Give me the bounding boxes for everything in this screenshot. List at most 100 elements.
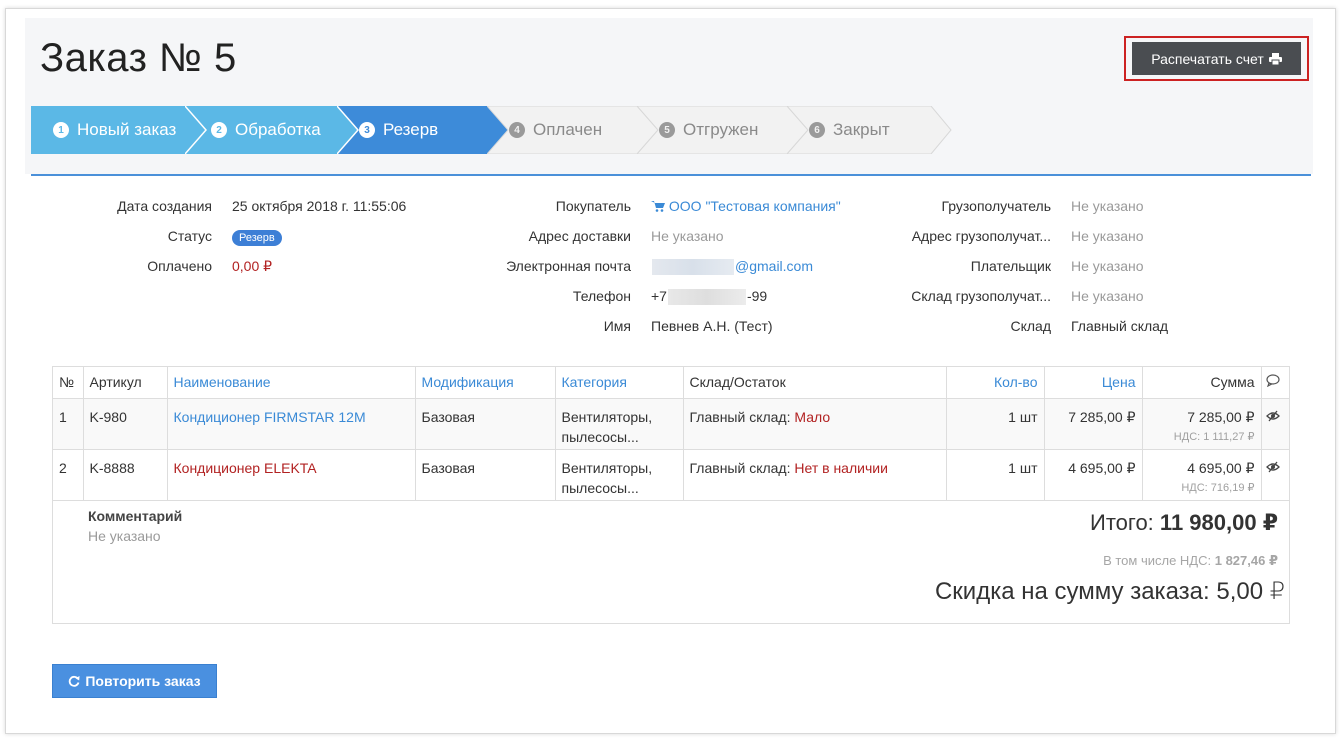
step-number: 2 [211,122,227,138]
row-sum: 4 695,00 ₽ НДС: 716,19 ₽ [1142,449,1262,501]
consignee-label: Грузополучатель [941,198,1051,214]
col-sku: Артикул [83,367,168,399]
consignee-value: Не указано [1071,198,1144,214]
stock-warehouse: Главный склад: [689,408,791,425]
row-category: Вентиляторы, пылесосы... [555,449,684,501]
refresh-icon [69,675,80,687]
address-label: Адрес доставки [528,228,631,244]
comment-value: Не указано [88,528,161,544]
status-badge: Резерв [232,230,282,246]
phone-suffix: -99 [746,288,768,304]
row-sku: K-8888 [83,449,168,501]
created-value: 25 октября 2018 г. 11:55:06 [232,198,407,214]
vat-total-label: В том числе НДС: [1103,553,1212,568]
phone-value: +7 -99 [651,288,768,306]
col-qty-sort[interactable]: Кол-во [946,367,1045,399]
order-progress-steps: 1 Новый заказ 2 Обработка 3 Резерв 4 Оплачен… [31,106,961,154]
category-line-1: Вентиляторы, [561,408,653,425]
row-stock: Главный склад: Нет в наличии [683,449,947,501]
col-num: № [53,367,84,399]
eye-slash-icon[interactable] [1265,410,1280,422]
repeat-order-label: Повторить заказ [85,673,201,689]
stock-warehouse: Главный склад: [689,459,791,476]
row-visibility [1261,398,1289,450]
row-price: 4 695,00 ₽ [1044,449,1143,501]
discount-value: 5,00 ₽ [1216,578,1285,605]
order-discount: Скидка на сумму заказа: 5,00 ₽ [935,577,1285,606]
status-value-wrap: Резерв [232,228,282,246]
warehouse-value: Главный склад [1071,318,1169,334]
redacted-email-part [652,259,734,276]
phone-label: Телефон [572,288,631,304]
col-name-sort[interactable]: Наименование [167,367,416,399]
section-divider [31,174,1311,176]
order-total: Итого: 11 980,00 ₽ [1090,510,1278,536]
step-label: Резерв [383,120,439,139]
print-invoice-button[interactable]: Распечатать счет [1132,42,1301,75]
buyer-name: ООО "Тестовая компания" [668,198,841,214]
stock-status: Нет в наличии [794,459,888,476]
page-title: Заказ № 5 [40,36,237,80]
step-reserve[interactable]: 3 Резерв [337,106,512,154]
consignee-warehouse-label: Склад грузополучат... [911,288,1051,304]
paid-label: Оплачено [147,258,212,274]
consignee-warehouse-value: Не указано [1071,288,1144,304]
col-stock: Склад/Остаток [683,367,947,399]
step-shipped[interactable]: 5 Отгружен [637,106,812,154]
table-row: 2 K-8888 Кондиционер ELEKTA Базовая Вент… [53,449,1289,501]
cart-icon [651,201,665,212]
buyer-label: Покупатель [555,198,631,214]
product-link[interactable]: Кондиционер ELEKTA [174,460,317,476]
col-category-sort[interactable]: Категория [555,367,684,399]
product-link[interactable]: Кондиционер FIRMSTAR 12M [174,409,366,425]
email-link[interactable]: @gmail.com [651,258,814,276]
step-label: Новый заказ [77,120,177,139]
step-closed[interactable]: 6 Закрыт [787,106,962,154]
row-qty: 1 шт [946,449,1045,501]
total-label: Итого: [1090,510,1154,535]
payer-label: Плательщик [970,258,1051,274]
category-line-2: пылесосы... [561,479,639,496]
print-button-highlight: Распечатать счет [1124,36,1309,81]
step-new-order[interactable]: 1 Новый заказ [31,106,206,154]
row-qty: 1 шт [946,398,1045,450]
name-value: Певнев А.Н. (Тест) [651,318,773,334]
email-label: Электронная почта [506,258,631,274]
category-line-1: Вентиляторы, [561,459,653,476]
order-items-table: № Артикул Наименование Модификация Катег… [53,367,1289,501]
step-label: Отгружен [683,120,759,139]
repeat-order-button[interactable]: Повторить заказ [52,664,217,698]
row-modification: Базовая [415,398,556,450]
comment-icon [1265,374,1280,388]
row-price: 7 285,00 ₽ [1044,398,1143,450]
row-vat: НДС: 716,19 ₽ [1181,481,1255,494]
col-modification-sort[interactable]: Модификация [415,367,556,399]
step-label: Закрыт [833,120,890,139]
row-num: 2 [53,449,84,501]
row-visibility [1261,449,1289,501]
eye-slash-icon[interactable] [1265,461,1280,473]
table-row: 1 K-980 Кондиционер FIRMSTAR 12M Базовая… [53,398,1289,450]
printer-icon [1268,52,1282,65]
email-domain: @gmail.com [735,258,814,274]
redacted-phone-part [667,289,746,306]
row-sum-value: 4 695,00 ₽ [1187,459,1255,476]
row-vat: НДС: 1 111,27 ₽ [1173,430,1255,443]
col-price-sort[interactable]: Цена [1044,367,1143,399]
row-stock: Главный склад: Мало [683,398,947,450]
name-label: Имя [603,318,631,334]
step-number: 4 [509,122,525,138]
step-label: Оплачен [533,120,603,139]
step-paid[interactable]: 4 Оплачен [487,106,662,154]
consignee-address-label: Адрес грузополучат... [911,228,1051,244]
discount-label: Скидка на сумму заказа: [934,578,1210,605]
buyer-link[interactable]: ООО "Тестовая компания" [651,198,841,214]
category-line-2: пылесосы... [561,428,639,445]
phone-prefix: +7 [651,288,667,304]
vat-total: В том числе НДС: 1 827,46 ₽ [1103,553,1278,569]
total-value: 11 980,00 ₽ [1159,510,1278,535]
consignee-address-value: Не указано [1071,228,1144,244]
step-number: 3 [359,122,375,138]
step-number: 5 [659,122,675,138]
vat-total-value: 1 827,46 ₽ [1214,553,1278,568]
